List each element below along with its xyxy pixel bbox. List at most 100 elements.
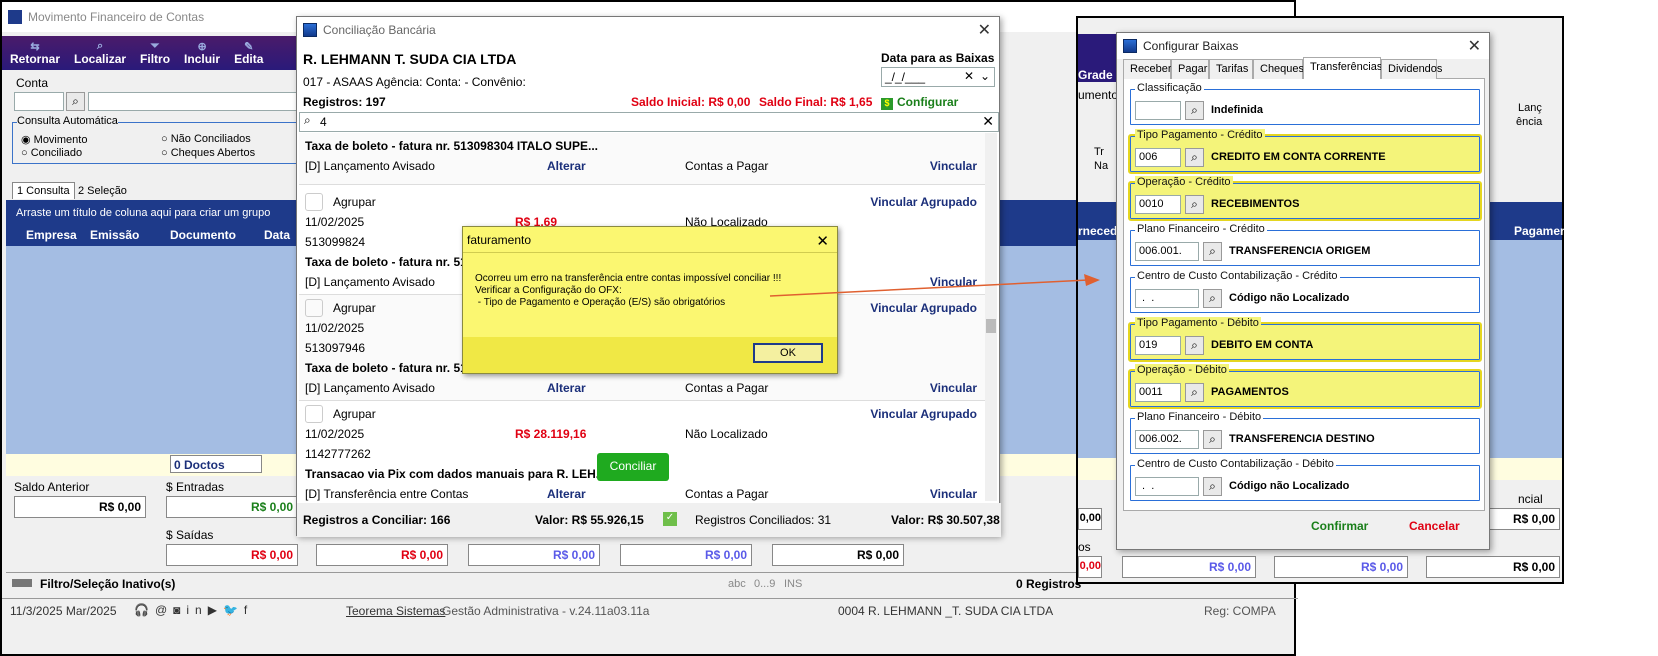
conciliar-button[interactable]: Conciliar xyxy=(597,453,669,481)
col-emissao[interactable]: Emissão xyxy=(90,228,170,246)
cfg-group-label: Operação - Débito xyxy=(1135,364,1229,376)
cfg-tab-tarifas[interactable]: Tarifas xyxy=(1209,59,1253,79)
check-icon[interactable]: ✓ xyxy=(663,512,677,526)
cfg-code-input[interactable]: 006 xyxy=(1135,148,1181,167)
clear-icon[interactable]: ✕ xyxy=(982,113,994,130)
cfg-tab-pagar[interactable]: Pagar xyxy=(1171,59,1209,79)
search-icon[interactable]: ⌕ xyxy=(1203,289,1222,308)
vincular-link[interactable]: Vincular xyxy=(930,487,977,501)
bg-ncial: ncial xyxy=(1518,492,1543,506)
cfg-desc: Código não Localizado xyxy=(1229,480,1350,492)
tab-selecao[interactable]: 2 Seleção xyxy=(74,183,131,199)
col-documento[interactable]: Documento xyxy=(170,228,264,246)
radio-movimento[interactable]: ◉ Movimento xyxy=(21,133,87,146)
status-icon xyxy=(12,579,32,587)
footer-company[interactable]: Teorema Sistemas xyxy=(346,604,445,618)
bg-val-a: 0,00 xyxy=(1078,508,1102,530)
cancelar-button[interactable]: Cancelar xyxy=(1409,519,1460,533)
data-baixas-input[interactable]: _/_/___ ✕ ⌄ xyxy=(881,67,995,87)
search-icon[interactable]: ⌕ xyxy=(1203,242,1222,261)
toolbar-btn-2[interactable]: ⏷ Filtro xyxy=(140,40,170,66)
search-icon[interactable]: ⌕ xyxy=(66,92,85,111)
cfg-code-input[interactable]: 0011 xyxy=(1135,383,1181,402)
conta-code-input[interactable] xyxy=(14,92,64,111)
alterar-link[interactable]: Alterar xyxy=(547,381,586,395)
record-desc: Transacao via Pix com dados manuais para… xyxy=(305,467,606,481)
search-icon[interactable]: ⌕ xyxy=(1185,336,1204,355)
search-input[interactable]: ⌕ 4 ✕ xyxy=(299,112,999,132)
toolbar-btn-0[interactable]: ⇆ Retornar xyxy=(10,40,60,66)
close-icon[interactable]: ✕ xyxy=(978,20,991,40)
agrupar-checkbox[interactable] xyxy=(305,299,323,317)
valor-conciliados: Valor: R$ 30.507,38 xyxy=(891,513,1000,527)
alterar-link[interactable]: Alterar xyxy=(547,159,586,173)
cfg-code-input[interactable]: 0010 xyxy=(1135,195,1181,214)
cfg-tab-transferências[interactable]: Transferências xyxy=(1303,57,1382,79)
ok-button[interactable]: OK xyxy=(753,343,823,363)
vincular-link[interactable]: Vincular xyxy=(930,381,977,395)
cfg-code-input[interactable]: 019 xyxy=(1135,336,1181,355)
search-icon[interactable]: ⌕ xyxy=(1185,195,1204,214)
footer-bar: 11/3/2025 Mar/2025 🎧@◙in▶🐦f Teorema Sist… xyxy=(2,598,1298,622)
cfg-code-input[interactable]: 006.001. xyxy=(1135,242,1199,261)
radio-nao-conciliados[interactable]: ○ Não Conciliados xyxy=(161,133,251,145)
saidas-label: $ Saídas xyxy=(166,528,214,542)
cfg-desc: CREDITO EM CONTA CORRENTE xyxy=(1211,151,1386,163)
search-icon[interactable]: ⌕ xyxy=(1203,430,1222,449)
cfg-desc: Indefinida xyxy=(1211,104,1263,116)
search-icon[interactable]: ⌕ xyxy=(1203,477,1222,496)
agrupar-checkbox[interactable] xyxy=(305,193,323,211)
vincular-link[interactable]: Vincular xyxy=(930,275,977,289)
toolbar-btn-1[interactable]: ⌕ Localizar xyxy=(74,40,126,66)
record-desc: Taxa de boleto - fatura nr. 513 xyxy=(305,361,474,375)
cfg-tab-receber[interactable]: Receber xyxy=(1123,59,1172,79)
cfg-desc: Código não Localizado xyxy=(1229,292,1350,304)
cfg-titlebar: Configurar Baixas xyxy=(1117,33,1489,59)
cfg-panel: Classificação ⌕ Indefinida Tipo Pagamento -… xyxy=(1123,79,1485,511)
col-empresa[interactable]: Empresa xyxy=(26,228,90,246)
value-box-4: R$ 0,00 xyxy=(772,544,904,566)
tab-consulta[interactable]: 1 Consulta xyxy=(12,182,75,199)
vincular-agrupado-link[interactable]: Vincular Agrupado xyxy=(870,195,977,209)
toolbar-btn-4[interactable]: ✎ Edita xyxy=(234,40,263,66)
cfg-tab-dividendos[interactable]: Dividendos xyxy=(1381,59,1442,79)
agrupar-checkbox[interactable] xyxy=(305,405,323,423)
record-status: Não Localizado xyxy=(685,427,768,441)
alert-titlebar: faturamento xyxy=(463,227,837,253)
cfg-code-input[interactable]: 006.002. xyxy=(1135,430,1199,449)
toolbar-btn-3[interactable]: ⊕ Incluir xyxy=(184,40,220,66)
search-icon[interactable]: ⌕ xyxy=(1185,383,1204,402)
cfg-desc: DEBITO EM CONTA xyxy=(1211,339,1314,351)
confirmar-button[interactable]: Confirmar xyxy=(1311,519,1368,533)
cfg-tab-cheques[interactable]: Cheques xyxy=(1253,59,1304,79)
vincular-agrupado-link[interactable]: Vincular Agrupado xyxy=(870,301,977,315)
search-icon[interactable]: ⌕ xyxy=(1185,101,1204,120)
record-category: Contas a Pagar xyxy=(685,487,769,501)
close-icon[interactable]: ✕ xyxy=(1468,36,1481,56)
list-scrollbar[interactable] xyxy=(985,133,997,501)
cfg-code-input[interactable] xyxy=(1135,101,1181,120)
radio-cheques-abertos[interactable]: ○ Cheques Abertos xyxy=(161,147,255,159)
bg-val-e: R$ 0,00 xyxy=(1274,556,1408,578)
alert-title: faturamento xyxy=(467,233,532,247)
status-09: 0...9 xyxy=(754,578,776,590)
cfg-title: Configurar Baixas xyxy=(1143,39,1239,53)
bg-encia: ência xyxy=(1516,116,1543,128)
record-desc: Taxa de boleto - fatura nr. 513 xyxy=(305,255,474,269)
close-icon[interactable]: ✕ xyxy=(816,232,829,250)
reg-conciliar: Registros a Conciliar: 166 xyxy=(303,513,451,527)
search-icon[interactable]: ⌕ xyxy=(1185,148,1204,167)
conta-name-input[interactable] xyxy=(88,92,298,111)
cfg-code-input[interactable]: . . xyxy=(1135,477,1199,496)
radio-conciliado[interactable]: ○ Conciliado xyxy=(21,147,82,159)
cfg-code-input[interactable]: . . xyxy=(1135,289,1199,308)
alert-line2: Verificar a Configuração do OFX: xyxy=(475,285,622,296)
status-abc: abc xyxy=(728,578,746,590)
consulta-auto-label: Consulta Automática xyxy=(17,115,118,127)
bank-info: 017 - ASAAS Agência: Conta: - Convênio: xyxy=(303,75,526,89)
alterar-link[interactable]: Alterar xyxy=(547,487,586,501)
vincular-agrupado-link[interactable]: Vincular Agrupado xyxy=(870,407,977,421)
bg-val-b: R$ 0,00 xyxy=(1488,508,1560,530)
conc-footer: Registros a Conciliar: 166 Valor: R$ 55.… xyxy=(297,503,1001,537)
vincular-link[interactable]: Vincular xyxy=(930,159,977,173)
